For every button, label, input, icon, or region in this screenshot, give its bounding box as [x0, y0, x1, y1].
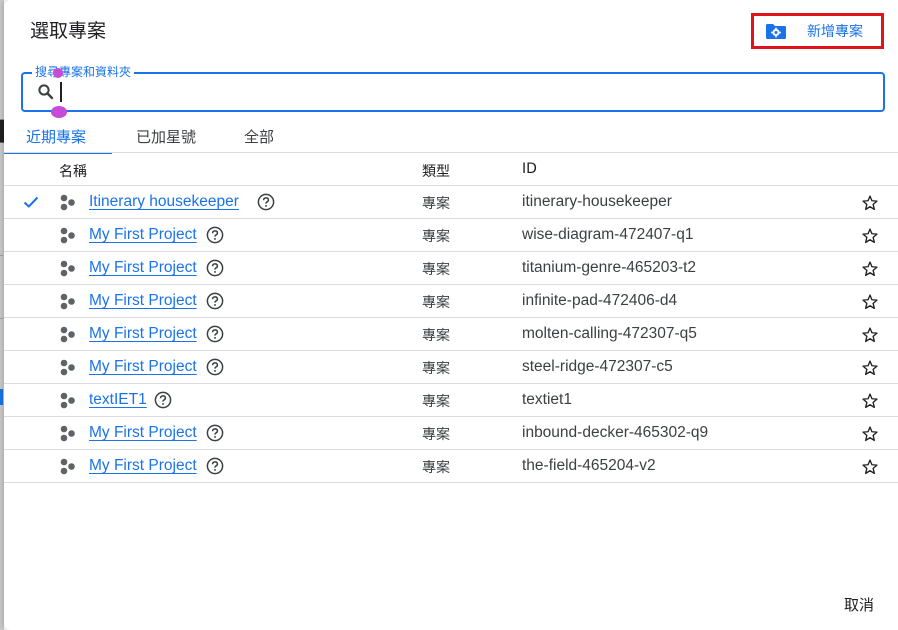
- background-accent: [0, 389, 3, 405]
- project-type: 專案: [422, 427, 450, 443]
- project-icon: [60, 194, 76, 215]
- star-icon[interactable]: [861, 458, 879, 480]
- table-row[interactable]: textIET1 專案 textiet1: [4, 384, 898, 417]
- project-id: itinerary-housekeeper: [522, 193, 672, 210]
- new-project-label: 新增專案: [807, 24, 863, 40]
- help-icon[interactable]: [206, 226, 224, 248]
- project-id: titanium-genre-465203-t2: [522, 259, 697, 276]
- cursor-marker-bottom: [51, 106, 67, 118]
- project-icon: [60, 392, 76, 413]
- star-icon[interactable]: [861, 392, 879, 414]
- star-icon[interactable]: [861, 425, 879, 447]
- project-id: wise-diagram-472407-q1: [522, 226, 694, 243]
- star-icon[interactable]: [861, 260, 879, 282]
- project-name-link[interactable]: Itinerary housekeeper: [89, 193, 239, 211]
- cursor-marker-top: [53, 68, 63, 78]
- project-type: 專案: [422, 328, 450, 344]
- help-icon[interactable]: [206, 325, 224, 347]
- table-row[interactable]: My First Project 專案 titanium-genre-465203-…: [4, 252, 898, 285]
- folder-settings-icon: [765, 23, 787, 39]
- star-icon[interactable]: [861, 227, 879, 249]
- project-icon: [60, 359, 76, 380]
- table-body: Itinerary housekeeper 專案 itinerary-houseke…: [4, 186, 898, 483]
- project-type: 專案: [422, 229, 450, 245]
- help-icon[interactable]: [257, 193, 275, 215]
- star-icon[interactable]: [861, 326, 879, 348]
- dialog-title: 選取專案: [30, 20, 107, 42]
- table-row[interactable]: My First Project 專案 inbound-decker-465302-…: [4, 417, 898, 450]
- background-divider: [0, 318, 3, 319]
- project-icon: [60, 260, 76, 281]
- project-id: inbound-decker-465302-q9: [522, 424, 709, 441]
- project-icon: [60, 293, 76, 314]
- project-type: 專案: [422, 196, 450, 212]
- project-type: 專案: [422, 460, 450, 476]
- project-name-link[interactable]: My First Project: [89, 457, 197, 475]
- new-project-button[interactable]: 新增專案: [751, 13, 884, 49]
- star-icon[interactable]: [861, 194, 879, 216]
- project-id: infinite-pad-472406-d4: [522, 292, 678, 309]
- table-row[interactable]: My First Project 專案 molten-calling-472307-…: [4, 318, 898, 351]
- cancel-button[interactable]: 取消: [840, 592, 878, 617]
- project-type: 專案: [422, 295, 450, 311]
- table-row[interactable]: My First Project 專案 infinite-pad-472406-d4: [4, 285, 898, 318]
- table-row[interactable]: My First Project 專案 the-field-465204-v2: [4, 450, 898, 483]
- project-name-link[interactable]: My First Project: [89, 259, 197, 277]
- star-icon[interactable]: [861, 293, 879, 315]
- tab-bar: 近期專案 已加星號 全部: [4, 118, 290, 154]
- column-name[interactable]: 名稱: [59, 161, 87, 181]
- project-name-link[interactable]: My First Project: [89, 358, 197, 376]
- project-id: molten-calling-472307-q5: [522, 325, 697, 342]
- background-divider: [0, 255, 3, 256]
- text-cursor: [60, 82, 62, 102]
- column-id[interactable]: ID: [522, 161, 537, 177]
- search-input[interactable]: [65, 74, 865, 110]
- help-icon[interactable]: [206, 259, 224, 281]
- project-name-link[interactable]: textIET1: [89, 391, 147, 409]
- help-icon[interactable]: [206, 292, 224, 314]
- project-table: 名稱 類型 ID Itinerary housekeeper 專案 itinerar…: [4, 152, 898, 483]
- table-row[interactable]: Itinerary housekeeper 專案 itinerary-houseke…: [4, 186, 898, 219]
- help-icon[interactable]: [206, 358, 224, 380]
- search-field[interactable]: 搜尋專案和資料夾: [21, 64, 885, 112]
- project-icon: [60, 227, 76, 248]
- project-icon: [60, 326, 76, 347]
- table-row[interactable]: My First Project 專案 wise-diagram-472407-q1: [4, 219, 898, 252]
- column-type[interactable]: 類型: [422, 161, 450, 181]
- project-name-link[interactable]: My First Project: [89, 424, 197, 442]
- project-id: steel-ridge-472307-c5: [522, 358, 673, 375]
- tab-starred[interactable]: 已加星號: [112, 118, 220, 154]
- project-icon: [60, 458, 76, 479]
- project-id: textiet1: [522, 391, 572, 408]
- select-project-dialog: 選取專案 新增專案 搜尋專案和資料夾 近期專案 已加星號 全部 名稱 類型 ID…: [4, 0, 898, 630]
- tab-all[interactable]: 全部: [220, 118, 290, 154]
- project-type: 專案: [422, 394, 450, 410]
- project-name-link[interactable]: My First Project: [89, 325, 197, 343]
- table-header: 名稱 類型 ID: [4, 153, 898, 186]
- project-id: the-field-465204-v2: [522, 457, 656, 474]
- help-icon[interactable]: [206, 424, 224, 446]
- table-row[interactable]: My First Project 專案 steel-ridge-472307-c5: [4, 351, 898, 384]
- help-icon[interactable]: [154, 391, 172, 413]
- help-icon[interactable]: [206, 457, 224, 479]
- project-name-link[interactable]: My First Project: [89, 226, 197, 244]
- project-name-link[interactable]: My First Project: [89, 292, 197, 310]
- project-icon: [60, 425, 76, 446]
- tab-recent[interactable]: 近期專案: [4, 118, 112, 154]
- star-icon[interactable]: [861, 359, 879, 381]
- search-icon: [37, 83, 55, 105]
- check-icon: [22, 193, 40, 215]
- project-type: 專案: [422, 262, 450, 278]
- project-type: 專案: [422, 361, 450, 377]
